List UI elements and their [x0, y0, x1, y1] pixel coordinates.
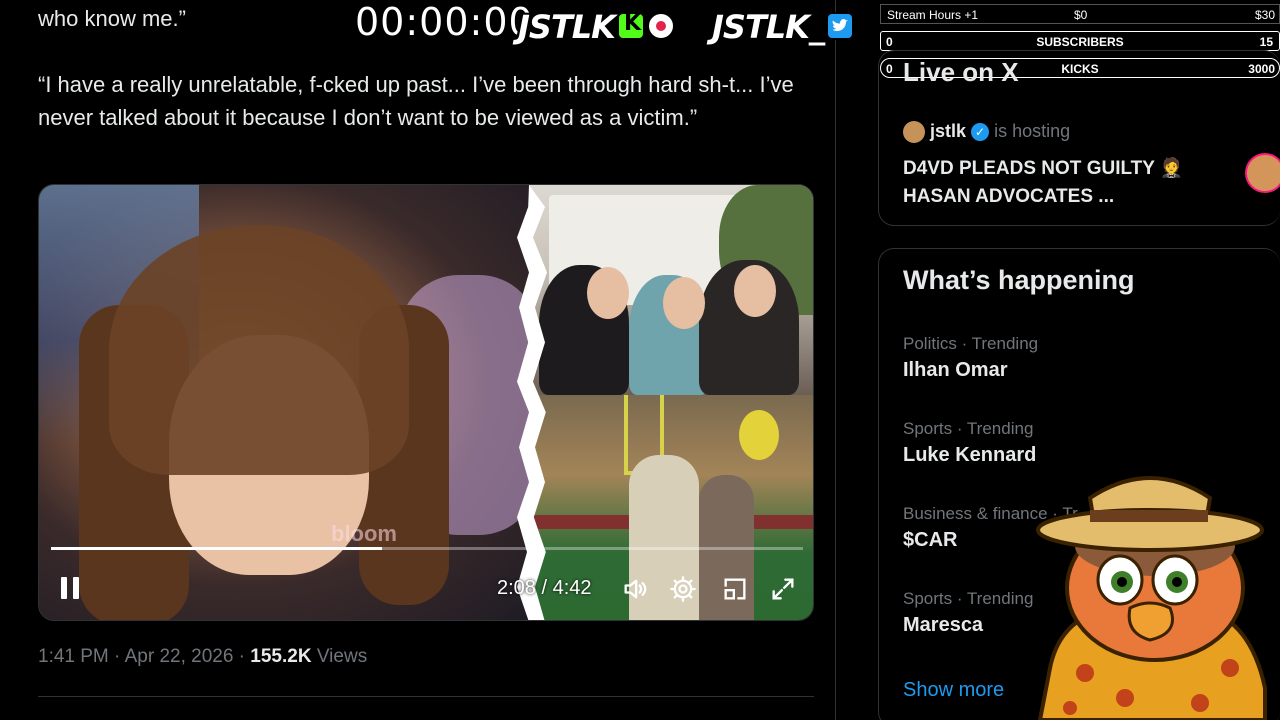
- trend-category: Politics · Trending: [903, 334, 1039, 353]
- photo-head-2: [663, 277, 705, 329]
- fullscreen-icon[interactable]: [769, 575, 797, 603]
- tweet-column: who know me.” “I have a really unrelatab…: [0, 0, 836, 720]
- stream-hours-label: Stream Hours +1: [887, 8, 979, 22]
- stream-hours-min: $0: [1074, 8, 1088, 22]
- photo-mascot: [739, 410, 779, 460]
- host-name[interactable]: jstlk: [930, 121, 966, 141]
- jstlk-twitter-logo: JSTLK_: [712, 8, 854, 46]
- jstlk-kick-text: JSTLK: [518, 8, 616, 46]
- record-icon: [646, 12, 675, 40]
- host-avatar[interactable]: [903, 121, 925, 144]
- verified-badge-icon: ✓: [971, 123, 990, 142]
- tweet-meta: 1:41 PM · Apr 22, 2026 · 155.2K Views: [38, 646, 367, 668]
- trends-title: What’s happening: [903, 265, 1135, 295]
- jstlk-twitter-text: JSTLK_: [712, 8, 825, 46]
- dock-icon[interactable]: [721, 575, 749, 603]
- twitter-bird-icon: [825, 12, 854, 40]
- pause-icon[interactable]: [61, 577, 81, 599]
- kick-icon: [616, 11, 645, 40]
- settings-icon[interactable]: [669, 575, 697, 603]
- video-time-separator: /: [535, 577, 553, 599]
- stream-timer: 00:00:00: [355, 0, 534, 44]
- tweet-timestamp[interactable]: 1:41 PM · Apr 22, 2026 ·: [38, 646, 250, 667]
- video-player[interactable]: bloom 2:08 / 4:42: [38, 184, 814, 621]
- tweet-views-count: 155.2K: [250, 646, 312, 667]
- show-more-link[interactable]: Show more: [903, 679, 1004, 702]
- live-title: Live on X: [903, 57, 1019, 87]
- stream-hours-max: $30: [1254, 8, 1275, 22]
- video-right-top-photo: [529, 185, 813, 395]
- trend-item[interactable]: Sports · Trending Luke Kennard: [903, 418, 1036, 470]
- subscribers-max: 15: [1259, 35, 1273, 49]
- trend-name: Ilhan Omar: [903, 359, 1008, 381]
- trend-name: Maresca: [903, 614, 984, 636]
- jstlk-kick-logo: JSTLK: [518, 8, 675, 46]
- penguin-mascot: [1036, 476, 1267, 720]
- photo-head-1: [587, 267, 629, 319]
- tweet-views-label: Views: [311, 646, 368, 667]
- live-on-x-card[interactable]: Live on X jstlk ✓ is hosting D4VD PLEADS…: [878, 50, 1280, 226]
- tweet-quote-text: “I have a really unrelatable, f-cked up …: [38, 72, 794, 130]
- live-space-avatar[interactable]: [1245, 153, 1280, 193]
- subscribers-bar: 0 SUBSCRIBERS 15: [880, 31, 1280, 51]
- subscribers-label: SUBSCRIBERS: [1036, 35, 1124, 49]
- host-status: is hosting: [989, 121, 1071, 141]
- live-host: jstlk ✓ is hosting: [903, 121, 1071, 144]
- video-watermark: bloom: [331, 521, 397, 546]
- trend-item[interactable]: Sports · Trending Maresca: [903, 588, 1033, 640]
- video-left-panel: bloom: [39, 185, 539, 620]
- divider: [38, 696, 814, 697]
- trend-category: Sports · Trending: [903, 589, 1034, 608]
- video-current-time: 2:08: [497, 577, 536, 599]
- trend-item[interactable]: Politics · Trending Ilhan Omar: [903, 333, 1038, 385]
- video-progress-bar[interactable]: [51, 547, 803, 550]
- live-headline[interactable]: D4VD PLEADS NOT GUILTY 🤵 HASAN ADVOCATES…: [903, 155, 1233, 211]
- video-time: 2:08 / 4:42: [497, 577, 592, 600]
- video-hair: [109, 225, 409, 475]
- photo-head-3: [734, 265, 776, 317]
- video-progress-fill: [51, 547, 382, 550]
- trend-name: Luke Kennard: [903, 444, 1037, 466]
- trend-category: Sports · Trending: [903, 419, 1034, 438]
- stream-hours-bar: Stream Hours +1 $0 $30: [880, 4, 1280, 24]
- volume-icon[interactable]: [621, 575, 649, 603]
- video-duration: 4:42: [552, 577, 592, 599]
